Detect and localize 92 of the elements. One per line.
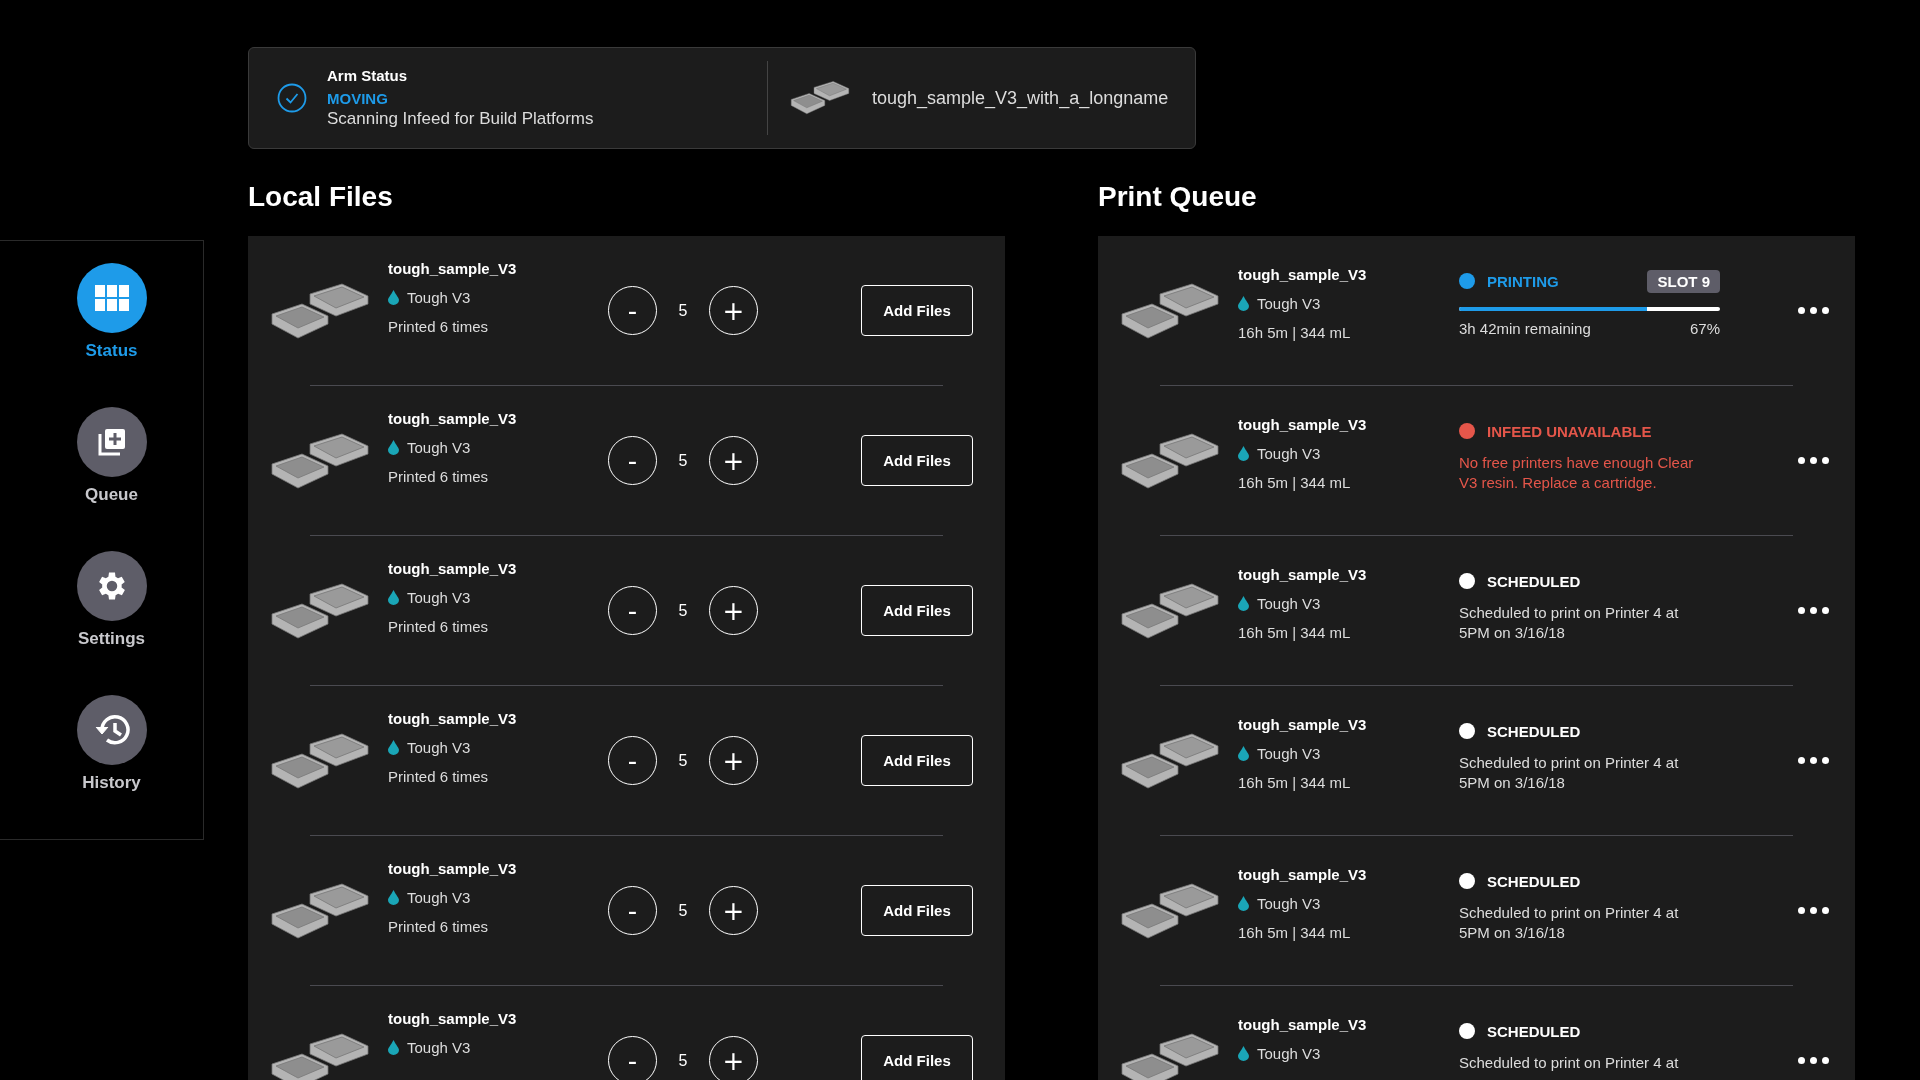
- status-label: PRINTING: [1487, 272, 1559, 290]
- sidebar-item[interactable]: Status: [76, 263, 147, 407]
- print-count: Printed 6 times: [388, 318, 490, 335]
- section-title: Print Queue: [1098, 181, 1258, 214]
- file-name: tough_sample_V3: [1238, 566, 1368, 583]
- file-name: tough_sample_V3: [1238, 416, 1368, 433]
- file-name: tough_sample_V3: [1238, 266, 1368, 283]
- quantity-value: 5: [677, 301, 689, 320]
- status-dot: [1459, 1023, 1475, 1039]
- material-label: Tough V3: [1257, 1045, 1321, 1062]
- status-message: Scheduled to print on Printer 4 at 5PM on 3/16/18: [1459, 753, 1680, 793]
- quantity-value: 5: [677, 751, 689, 770]
- arm-detail: Scanning Infeed for Build Platforms: [327, 109, 594, 129]
- file-name: tough_sample_V3: [1238, 716, 1368, 733]
- droplet-icon: [1238, 296, 1249, 311]
- droplet-icon: [388, 590, 399, 605]
- status-dot: [1459, 723, 1475, 739]
- progress-percent: 67%: [1689, 320, 1720, 337]
- file-name: tough_sample_V3_with_a_longname: [872, 87, 1169, 109]
- droplet-icon: [388, 290, 399, 305]
- material-label: Tough V3: [407, 289, 471, 306]
- quantity-value: 5: [677, 451, 689, 470]
- quantity-value: 5: [677, 1051, 689, 1070]
- file-name: tough_sample_V3: [388, 860, 518, 877]
- quantity-value: 5: [677, 901, 689, 920]
- arm-status-title: Arm Status: [327, 67, 409, 84]
- file-name: tough_sample_V3: [388, 1010, 518, 1027]
- time-remaining: 3h 42min remaining: [1459, 320, 1591, 337]
- material-label: Tough V3: [1257, 745, 1321, 762]
- file-name: tough_sample_V3: [388, 260, 518, 277]
- material-label: Tough V3: [407, 889, 471, 906]
- status-message: No free printers have enough Clear V3 resin. Replace a cartridge.: [1459, 453, 1695, 493]
- add-files-button[interactable]: Add Files: [861, 1035, 973, 1080]
- material-label: Tough V3: [407, 1039, 471, 1056]
- file-name: tough_sample_V3: [388, 410, 518, 427]
- status-dot: [1459, 573, 1475, 589]
- print-stats: 16h 5m | 344 mL: [1238, 924, 1352, 941]
- grid-icon: [94, 285, 129, 311]
- droplet-icon: [388, 740, 399, 755]
- arm-state: MOVING: [327, 90, 389, 107]
- add-files-button[interactable]: Add Files: [861, 285, 973, 336]
- status-dot: [1459, 273, 1475, 289]
- material-label: Tough V3: [1257, 295, 1321, 312]
- material-label: Tough V3: [407, 739, 471, 756]
- droplet-icon: [1238, 1046, 1249, 1061]
- sidebar-item[interactable]: Queue: [76, 407, 147, 551]
- add-to-queue-icon: [96, 427, 127, 457]
- droplet-icon: [1238, 446, 1249, 461]
- print-count: Printed 6 times: [388, 768, 490, 785]
- add-files-button[interactable]: Add Files: [861, 585, 973, 636]
- add-files-button[interactable]: Add Files: [861, 885, 973, 936]
- droplet-icon: [388, 890, 399, 905]
- print-count: Printed 6 times: [388, 918, 490, 935]
- file-name: tough_sample_V3: [388, 560, 518, 577]
- status-message: Scheduled to print on Printer 4 at 5PM on 3/16/18: [1459, 903, 1680, 943]
- print-count: Printed 6 times: [388, 468, 490, 485]
- material-label: Tough V3: [407, 439, 471, 456]
- print-stats: 16h 5m | 344 mL: [1238, 774, 1352, 791]
- file-name: tough_sample_V3: [388, 710, 518, 727]
- part-icon: [790, 79, 850, 117]
- check-circle-icon: [277, 83, 307, 113]
- material-label: Tough V3: [1257, 895, 1321, 912]
- status-label: INFEED UNAVAILABLE: [1487, 422, 1652, 440]
- material-label: Tough V3: [407, 589, 471, 606]
- status-label: SCHEDULED: [1487, 872, 1581, 890]
- status-message: Scheduled to print on Printer 4 at: [1459, 1053, 1680, 1073]
- droplet-icon: [388, 440, 399, 455]
- print-stats: 16h 5m | 344 mL: [1238, 324, 1352, 341]
- print-count: Printed 6 times: [388, 618, 490, 635]
- droplet-icon: [1238, 746, 1249, 761]
- quantity-value: 5: [677, 601, 689, 620]
- add-files-button[interactable]: Add Files: [861, 435, 973, 486]
- material-label: Tough V3: [1257, 595, 1321, 612]
- status-dot: [1459, 873, 1475, 889]
- status-label: SCHEDULED: [1487, 572, 1581, 590]
- file-name: tough_sample_V3: [1238, 1016, 1368, 1033]
- print-stats: 16h 5m | 344 mL: [1238, 624, 1352, 641]
- status-label: SCHEDULED: [1487, 1022, 1581, 1040]
- print-stats: 16h 5m | 344 mL: [1238, 474, 1352, 491]
- status-message: Scheduled to print on Printer 4 at 5PM on 3/16/18: [1459, 603, 1680, 643]
- droplet-icon: [1238, 596, 1249, 611]
- sidebar-item[interactable]: Settings: [76, 551, 147, 695]
- droplet-icon: [1238, 896, 1249, 911]
- slot-badge: SLOT 9: [1647, 269, 1720, 293]
- section-title: Local Files: [248, 181, 394, 214]
- status-dot: [1459, 423, 1475, 439]
- add-files-button[interactable]: Add Files: [861, 735, 973, 786]
- droplet-icon: [388, 1040, 399, 1055]
- file-name: tough_sample_V3: [1238, 866, 1368, 883]
- status-label: SCHEDULED: [1487, 722, 1581, 740]
- sidebar-item[interactable]: History: [76, 695, 147, 839]
- material-label: Tough V3: [1257, 445, 1321, 462]
